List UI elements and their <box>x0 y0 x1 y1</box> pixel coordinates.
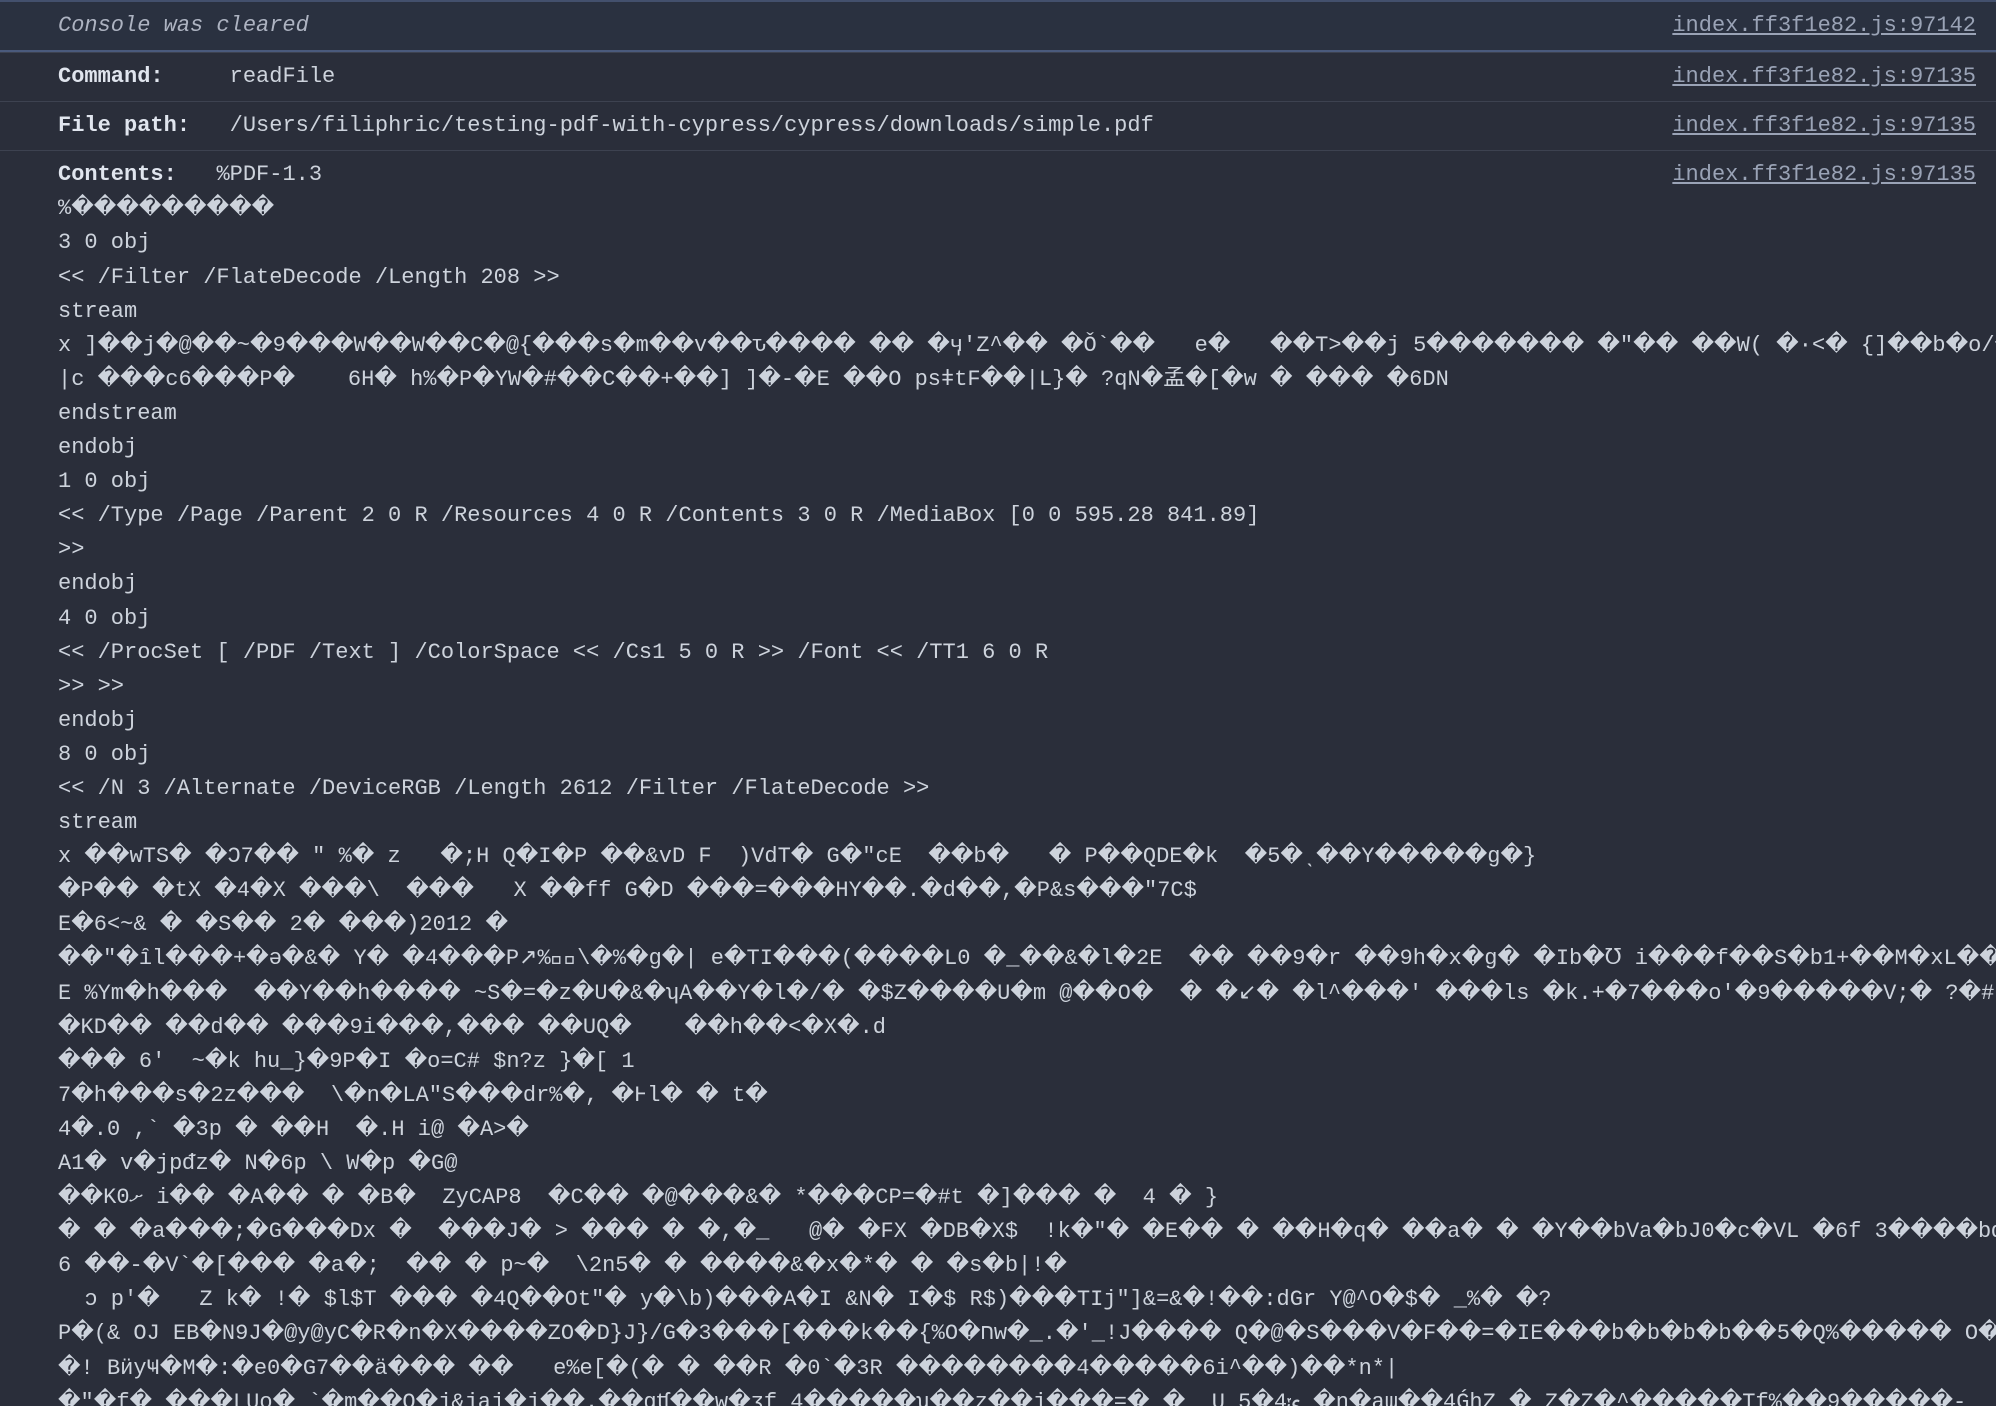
command-value-text: readFile <box>230 60 336 94</box>
filepath-label: File path: <box>58 109 190 143</box>
filepath-value: /Users/filiphric/testing-pdf-with-cypres… <box>230 109 1154 143</box>
contents-label: Contents: <box>58 162 177 187</box>
source-link[interactable]: index.ff3f1e82.js:97135 <box>1672 162 1976 187</box>
contents-first-value: %PDF-1.3 <box>216 162 322 187</box>
console-row-filepath: File path: /Users/filiphric/testing-pdf-… <box>0 101 1996 150</box>
command-label: Command: <box>58 60 164 94</box>
source-link[interactable]: index.ff3f1e82.js:97135 <box>1672 113 1976 138</box>
devtools-console: Console was cleared index.ff3f1e82.js:97… <box>0 0 1996 1406</box>
command-value <box>164 60 230 94</box>
console-row-contents: Contents: %PDF-1.3 index.ff3f1e82.js:971… <box>0 150 1996 1406</box>
source-link[interactable]: index.ff3f1e82.js:97142 <box>1672 13 1976 38</box>
source-link[interactable]: index.ff3f1e82.js:97135 <box>1672 64 1976 89</box>
console-row-command: Command: readFile index.ff3f1e82.js:9713… <box>0 52 1996 101</box>
console-cleared-message: Console was cleared <box>58 9 309 43</box>
console-row-cleared: Console was cleared index.ff3f1e82.js:97… <box>0 0 1996 52</box>
contents-body: %��������� 3 0 obj << /Filter /FlateDeco… <box>58 192 1976 1406</box>
